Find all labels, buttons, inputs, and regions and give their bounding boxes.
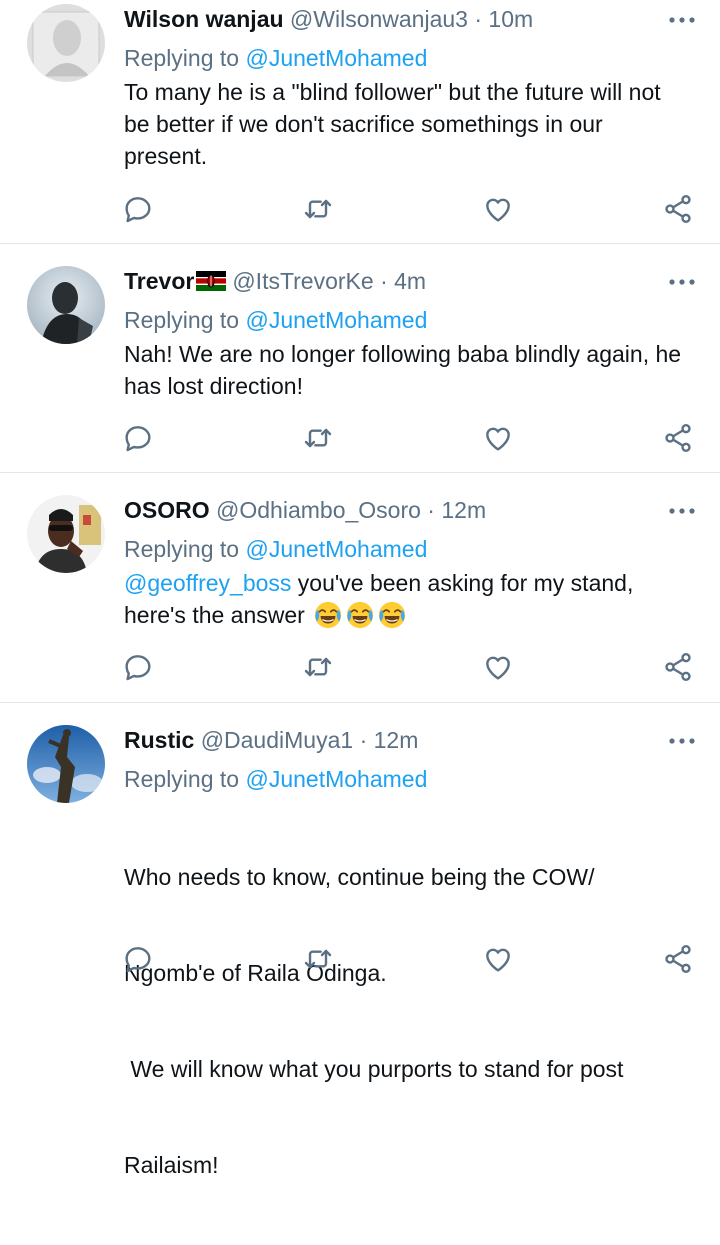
more-options-icon[interactable] [668,507,696,515]
separator: · [380,268,388,294]
reply-mention-link[interactable]: @JunetMohamed [245,307,427,333]
tweet-text-line: Who needs to know, continue being the CO… [124,864,595,890]
replying-to-label: Replying to [124,766,240,792]
like-icon[interactable] [482,943,514,975]
retweet-icon[interactable] [302,193,334,225]
avatar[interactable] [27,725,105,803]
tweet-header: OSORO @Odhiambo_Osoro · 12m [124,493,696,527]
reply-icon[interactable] [122,422,154,454]
retweet-icon[interactable] [302,651,334,683]
tweet[interactable]: Wilson wanjau @Wilsonwanjau3 · 10m Reply… [0,0,720,244]
tweet[interactable]: OSORO @Odhiambo_Osoro · 12m Replying to … [0,473,720,703]
retweet-icon[interactable] [302,943,334,975]
action-bar [0,193,720,227]
tweet-text-segment: you've been asking for my stand, [291,570,634,596]
share-icon[interactable] [662,422,694,454]
action-bar [0,651,720,685]
more-options-icon[interactable] [668,278,696,286]
tweet-text-line: here's the answer [124,599,696,632]
avatar[interactable] [27,495,105,573]
kenya-flag-icon [196,270,227,291]
replying-to: Replying to @JunetMohamed [124,532,696,566]
display-name[interactable]: Wilson wanjau [124,6,284,32]
share-icon[interactable] [662,943,694,975]
separator: · [359,727,368,753]
tweet-text-line: Nah! We are no longer following baba bli… [124,341,682,367]
tweet[interactable]: Rustic @DaudiMuya1 · 12m Replying to @Ju… [0,703,720,1178]
share-icon[interactable] [662,193,694,225]
timestamp[interactable]: 12m [374,727,419,753]
tweet-text-line: Railaism! [124,1152,219,1178]
timestamp[interactable]: 12m [441,497,486,523]
tweet-text-line: has lost direction! [124,373,303,399]
tweet-text-line: @geoffrey_boss you've been asking for my… [124,567,696,599]
tweet-text-line: present. [124,143,208,169]
display-name[interactable]: Rustic [124,727,194,753]
tweet-text-line: be better if we don't sacrifice somethin… [124,111,603,137]
timestamp[interactable]: 4m [394,268,426,294]
tweet[interactable]: Trevor @ItsTrevorKe · 4m Replying to @Ju… [0,244,720,473]
reply-icon[interactable] [122,193,154,225]
tweet-text: Nah! We are no longer following baba bli… [124,338,696,402]
mention-link[interactable]: @geoffrey_boss [124,570,291,596]
user-handle[interactable]: @DaudiMuya1 [201,727,353,753]
tweet-text: To many he is a "blind follower" but the… [124,76,696,172]
replying-to-label: Replying to [124,307,240,333]
retweet-icon[interactable] [302,422,334,454]
reply-mention-link[interactable]: @JunetMohamed [245,536,427,562]
replying-to: Replying to @JunetMohamed [124,303,696,337]
display-name[interactable]: Trevor [124,268,194,294]
reply-icon[interactable] [122,943,154,975]
replying-to-label: Replying to [124,45,240,71]
share-icon[interactable] [662,651,694,683]
tears-of-joy-emoji [377,600,407,630]
reply-mention-link[interactable]: @JunetMohamed [245,766,427,792]
replying-to: Replying to @JunetMohamed [124,762,696,796]
more-options-icon[interactable] [668,16,696,24]
avatar[interactable] [27,266,105,344]
separator: · [474,6,483,32]
tweet-text: @geoffrey_boss you've been asking for my… [124,567,696,632]
like-icon[interactable] [482,193,514,225]
display-name[interactable]: OSORO [124,497,210,523]
user-handle[interactable]: @Wilsonwanjau3 [290,6,468,32]
tears-of-joy-emoji [345,600,375,630]
timestamp[interactable]: 10m [488,6,533,32]
tweet-text-line: We will know what you purports to stand … [124,1056,624,1082]
replying-to: Replying to @JunetMohamed [124,41,696,75]
avatar[interactable] [27,4,105,82]
user-handle[interactable]: @ItsTrevorKe [232,268,373,294]
more-options-icon[interactable] [668,737,696,745]
tweet-text-segment: here's the answer [124,602,312,628]
user-handle[interactable]: @Odhiambo_Osoro [216,497,421,523]
tweet-header: Trevor @ItsTrevorKe · 4m [124,264,696,298]
tweet-header: Wilson wanjau @Wilsonwanjau3 · 10m [124,2,696,36]
tears-of-joy-emoji [313,600,343,630]
replying-to-label: Replying to [124,536,240,562]
tweet-text-line: To many he is a "blind follower" but the… [124,79,661,105]
reply-mention-link[interactable]: @JunetMohamed [245,45,427,71]
like-icon[interactable] [482,422,514,454]
like-icon[interactable] [482,651,514,683]
reply-icon[interactable] [122,651,154,683]
tweet-header: Rustic @DaudiMuya1 · 12m [124,723,696,757]
separator: · [427,497,435,523]
action-bar [0,422,720,456]
tweet-text: Who needs to know, continue being the CO… [124,797,696,1245]
